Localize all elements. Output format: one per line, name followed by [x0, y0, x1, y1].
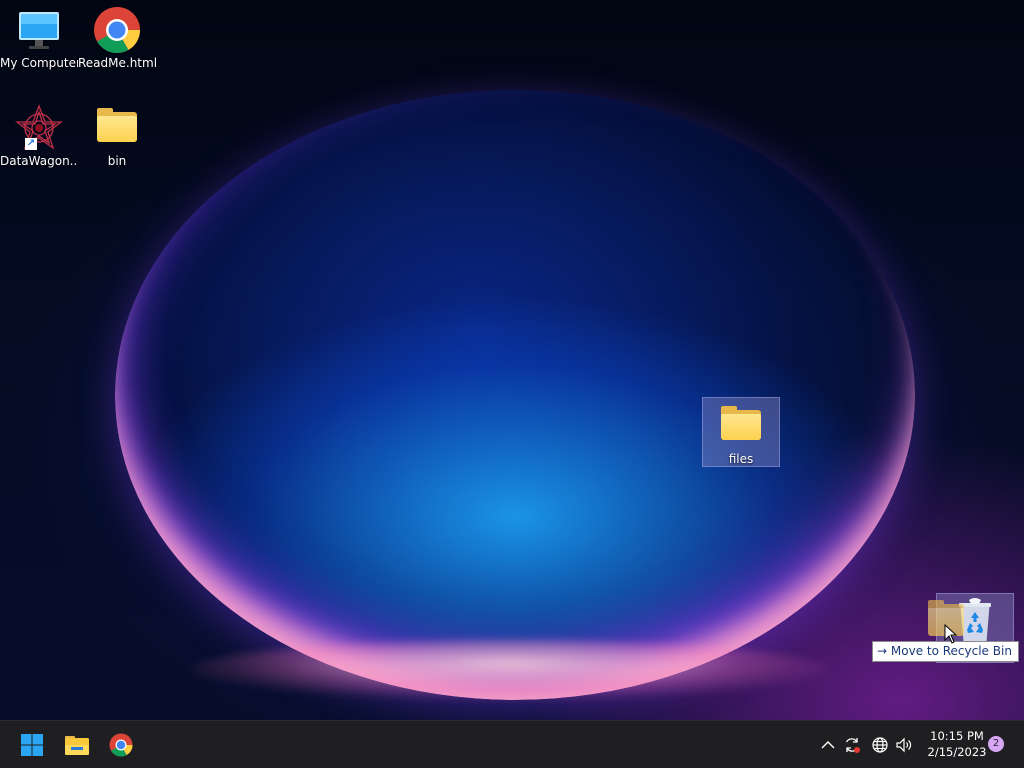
desktop-icon-label: My Computer [0, 56, 78, 70]
chevron-up-icon [821, 741, 835, 749]
desktop-icon-label: DataWagon... [0, 154, 78, 168]
show-hidden-icons-button[interactable] [818, 735, 838, 755]
sync-icon [845, 738, 860, 753]
folder-icon [93, 104, 141, 152]
datawagon-shortcut-icon: ↗ [15, 104, 63, 152]
wallpaper-bloom [115, 90, 915, 700]
desktop-icon-files[interactable]: files [702, 397, 780, 467]
monitor-icon [15, 6, 63, 54]
chrome-icon [109, 733, 133, 757]
notification-badge[interactable]: 2 [988, 736, 1004, 752]
drag-tooltip-text: Move to Recycle Bin [890, 644, 1012, 658]
folder-icon [717, 402, 765, 450]
desktop-icon-label: ReadMe.html [78, 56, 156, 70]
desktop-icon-datawagon[interactable]: ↗ DataWagon... [0, 104, 78, 168]
volume-button[interactable] [894, 735, 914, 755]
clock-time: 10:15 PM [930, 729, 984, 743]
clock-date: 2/15/2023 [927, 745, 987, 759]
arrow-right-icon: → [877, 644, 888, 658]
network-button[interactable] [870, 735, 890, 755]
globe-icon [872, 737, 888, 753]
desktop-icon-label: files [728, 452, 754, 466]
desktop[interactable]: My Computer ReadMe.html ↗ DataWagon... b… [0, 0, 1024, 720]
taskbar: 10:15 PM 2/15/2023 2 [0, 720, 1024, 768]
desktop-icon-bin[interactable]: bin [78, 104, 156, 168]
desktop-icon-label: bin [107, 154, 127, 168]
file-explorer-icon [65, 736, 89, 755]
taskbar-clock[interactable]: 10:15 PM 2/15/2023 [922, 728, 992, 760]
taskbar-file-explorer-button[interactable] [61, 729, 93, 761]
drag-tooltip: → Move to Recycle Bin [872, 641, 1019, 662]
desktop-icon-my-computer[interactable]: My Computer [0, 6, 78, 70]
desktop-icon-readme[interactable]: ReadMe.html [78, 6, 156, 70]
windows-start-icon [21, 734, 43, 756]
mouse-cursor-icon [944, 624, 958, 644]
shortcut-arrow-icon: ↗ [25, 138, 37, 150]
sync-status-button[interactable] [842, 735, 862, 755]
volume-icon [896, 737, 912, 753]
wallpaper-rim-glow [190, 640, 830, 700]
chrome-icon [93, 6, 141, 54]
start-button[interactable] [16, 729, 48, 761]
taskbar-chrome-button[interactable] [105, 729, 137, 761]
